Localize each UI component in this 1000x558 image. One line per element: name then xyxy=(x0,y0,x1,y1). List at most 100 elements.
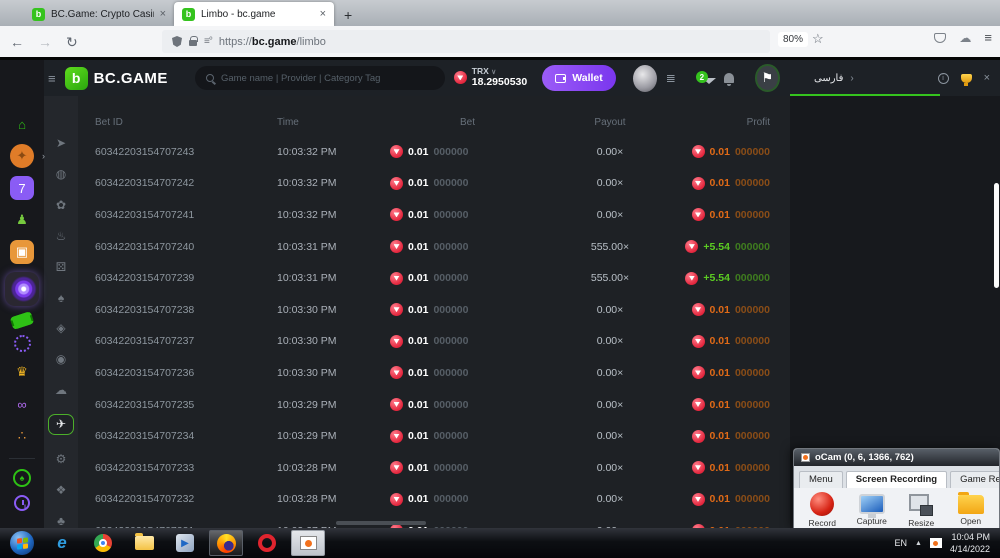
bet-payout: 0.00× xyxy=(545,399,675,411)
mini-game-wheel-icon[interactable]: ◉ xyxy=(50,352,72,367)
extensions-icon[interactable]: ☁ xyxy=(959,31,971,45)
address-bar[interactable]: ≡° https://bc.game/limbo xyxy=(162,30,770,53)
new-tab-button[interactable]: + xyxy=(344,7,352,26)
sidebar-item-lottery-ticket[interactable] xyxy=(10,311,35,330)
bet-amount: 0.01000000 xyxy=(390,461,545,474)
tab-limbo[interactable]: b Limbo - bc.game × xyxy=(174,2,334,26)
taskbar-file-explorer[interactable] xyxy=(127,530,161,556)
start-button[interactable] xyxy=(10,531,34,555)
mini-game-fruits-icon[interactable]: ✿ xyxy=(50,198,72,213)
reload-button[interactable]: ↻ xyxy=(66,35,78,49)
permissions-icon[interactable]: ≡° xyxy=(204,36,212,47)
sidebar-item-bcd-spade[interactable]: ♠ xyxy=(13,469,31,487)
taskbar-media-player[interactable]: ▶ xyxy=(168,530,202,556)
mini-game-cards-icon[interactable]: ♠ xyxy=(50,290,72,305)
mini-game-clover-icon[interactable]: ♣ xyxy=(50,513,72,528)
bet-id: 60342203154707232 xyxy=(95,493,277,505)
mini-game-gems-icon[interactable]: ◈ xyxy=(50,321,72,336)
trx-coin-icon xyxy=(692,335,705,348)
bet-time: 10:03:30 PM xyxy=(277,304,390,316)
pocket-icon[interactable] xyxy=(934,33,946,43)
taskbar-internet-explorer[interactable]: e xyxy=(45,530,79,556)
taskbar-opera[interactable] xyxy=(250,530,284,556)
bookmark-star-icon[interactable]: ☆ xyxy=(812,31,824,47)
taskbar-chrome[interactable] xyxy=(86,530,120,556)
horizontal-scrollbar[interactable] xyxy=(336,521,426,525)
tab-close-icon[interactable]: × xyxy=(160,8,166,20)
search-input[interactable] xyxy=(221,73,434,84)
sidebar-item-friends[interactable]: ∞ xyxy=(10,392,34,416)
table-row: 6034220315470723610:03:30 PM0.010000000.… xyxy=(95,357,770,389)
ocam-record-button[interactable]: Record xyxy=(804,492,841,528)
sidebar-item-casino[interactable]: ✦› xyxy=(10,144,34,168)
app-menu-icon[interactable]: ≡ xyxy=(984,30,992,45)
sidebar-item-shop[interactable]: ▣ xyxy=(10,240,34,264)
tracking-shield-icon[interactable] xyxy=(172,36,182,47)
wallet-balance: 18.2950530 xyxy=(472,77,527,89)
folder-icon xyxy=(135,536,154,550)
trophy-icon[interactable] xyxy=(961,74,972,83)
sidebar-item-sports[interactable]: ♟ xyxy=(10,208,34,232)
browser-tab-bar: b BC.Game: Crypto Casino Game × b Limbo … xyxy=(0,0,1000,26)
chevron-right-icon[interactable]: › xyxy=(850,73,853,84)
tray-ocam-icon[interactable] xyxy=(930,538,942,548)
notifications-bell-icon[interactable] xyxy=(724,73,734,83)
mini-game-machine-icon[interactable]: ⚙ xyxy=(50,451,72,466)
avatar[interactable] xyxy=(633,65,657,92)
ocam-open-button[interactable]: Open xyxy=(953,492,990,528)
mini-game-plinko-icon[interactable]: ◍ xyxy=(50,167,72,182)
table-row: 6034220315470723510:03:29 PM0.010000000.… xyxy=(95,389,770,421)
quest-flag-icon[interactable]: ⚑ xyxy=(755,64,780,92)
bet-profit: 0.01000000 xyxy=(675,398,770,411)
search-icon xyxy=(206,74,214,82)
mini-game-sky-icon[interactable]: ☁ xyxy=(50,383,72,398)
mini-game-hilo-icon[interactable]: ♨ xyxy=(50,229,72,244)
chat-close-icon[interactable]: × xyxy=(984,72,990,84)
table-row: 6034220315470723410:03:29 PM0.010000000.… xyxy=(95,420,770,452)
bet-profit: +5.54000000 xyxy=(675,240,770,253)
sidebar-item-roulette[interactable] xyxy=(14,335,31,352)
game-search[interactable] xyxy=(195,66,445,90)
ocam-capture-button[interactable]: Capture xyxy=(854,492,891,528)
chat-scrollbar[interactable] xyxy=(994,183,999,288)
mini-game-mines-icon[interactable]: ❖ xyxy=(50,482,72,497)
chat-rules-info-icon[interactable]: i xyxy=(938,73,949,84)
trx-coin-icon xyxy=(390,398,403,411)
chat-language-tab[interactable]: فارسی xyxy=(814,73,843,84)
ocam-titlebar[interactable]: oCam (0, 6, 1366, 762) xyxy=(794,449,999,466)
forward-button: → xyxy=(38,35,52,49)
mini-game-classic-dice-icon[interactable]: ⚄ xyxy=(50,259,72,274)
ocam-tab-menu[interactable]: Menu xyxy=(799,471,843,488)
sidebar-toggle-icon[interactable]: ≡ xyxy=(48,71,56,86)
ocam-tab-game-recording[interactable]: Game Recor xyxy=(950,471,1000,488)
ocam-tab-screen-recording[interactable]: Screen Recording xyxy=(846,471,947,488)
tab-close-icon[interactable]: × xyxy=(320,8,326,20)
wallet-button[interactable]: Wallet xyxy=(542,65,616,91)
back-button[interactable]: ← xyxy=(10,35,24,49)
currency-selector[interactable]: TRX ∨ 18.2950530 xyxy=(454,67,527,88)
capture-icon xyxy=(859,494,885,514)
taskbar-firefox[interactable] xyxy=(209,530,243,556)
mini-game-limbo-rocket-icon[interactable]: ✈ xyxy=(48,414,74,436)
lock-icon[interactable] xyxy=(189,40,197,46)
tab-bcgame-home[interactable]: b BC.Game: Crypto Casino Game × xyxy=(24,2,174,26)
language-indicator[interactable]: EN xyxy=(895,538,908,548)
taskbar-clock[interactable]: 10:04 PM 4/14/2022 xyxy=(950,531,994,555)
sidebar-item-home[interactable]: ⌂ xyxy=(10,112,34,136)
sidebar-item-limbo-spiral[interactable] xyxy=(5,272,39,306)
sidebar-item-vip-crown[interactable]: ♛ xyxy=(10,360,34,384)
trx-coin-icon xyxy=(390,366,403,379)
hidden-icons-arrow[interactable]: ▲ xyxy=(915,540,922,547)
taskbar-ocam[interactable] xyxy=(291,530,325,556)
sidebar-item-recent-clock[interactable] xyxy=(14,495,30,511)
bet-profit: 0.01000000 xyxy=(675,430,770,443)
ocam-resize-button[interactable]: Resize xyxy=(903,492,940,528)
sidebar-item-slots[interactable]: 7 xyxy=(10,176,34,200)
account-list-icon[interactable]: ≣ xyxy=(666,71,676,85)
bcgame-logo[interactable]: b BC.GAME xyxy=(65,67,168,90)
ocam-window[interactable]: oCam (0, 6, 1366, 762) Menu Screen Recor… xyxy=(793,448,1000,528)
col-profit: Profit xyxy=(675,117,770,128)
mini-game-crash-icon[interactable]: ➤ xyxy=(50,136,72,151)
sidebar-item-coin-bits[interactable]: ∴ xyxy=(10,424,34,448)
zoom-indicator[interactable]: 80% xyxy=(778,32,808,47)
